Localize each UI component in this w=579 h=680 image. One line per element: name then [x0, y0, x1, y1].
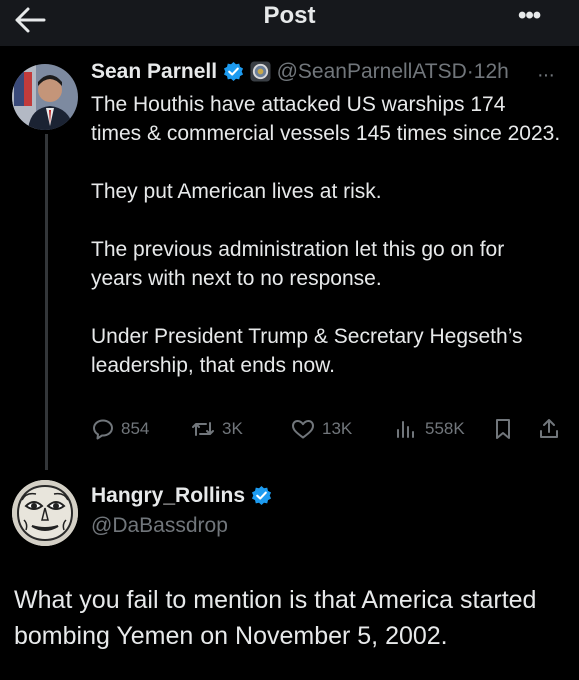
reply-text: What you fail to mention is that America…: [14, 586, 537, 650]
verified-badge-icon: [223, 61, 244, 88]
tweet-text: The Houthis have attacked US warships 17…: [91, 90, 561, 380]
views-button[interactable]: 558K: [393, 414, 465, 444]
repost-count: 3K: [222, 419, 243, 438]
avatar[interactable]: [12, 480, 78, 546]
share-button[interactable]: [537, 414, 561, 444]
repost-icon: [190, 417, 216, 441]
thread-line: [45, 134, 48, 470]
verified-badge-icon: [251, 485, 272, 512]
bookmark-icon: [491, 417, 515, 441]
view-count: 558K: [425, 419, 465, 438]
author-handle[interactable]: @SeanParnellATSD: [277, 60, 467, 83]
like-count: 13K: [322, 419, 353, 438]
tweet-paragraph: The previous administration let this go …: [91, 238, 505, 290]
timestamp[interactable]: 12h: [474, 60, 509, 83]
bookmark-button[interactable]: [491, 414, 515, 444]
author-name[interactable]: Sean Parnell: [91, 60, 217, 83]
repost-button[interactable]: 3K: [190, 414, 243, 444]
page-title: Post: [263, 2, 316, 29]
more-options-icon[interactable]: ···: [537, 64, 555, 87]
tweet-paragraph: Under President Trump & Secretary Hegset…: [91, 325, 523, 377]
more-horizontal-icon[interactable]: •••: [518, 2, 558, 29]
reply-author: Hangry_Rollins: [91, 484, 272, 512]
reply-count: 854: [121, 419, 150, 438]
avatar[interactable]: [12, 64, 78, 130]
reply-author-name[interactable]: Hangry_Rollins: [91, 484, 245, 507]
reply-button[interactable]: 854: [91, 414, 149, 444]
like-button[interactable]: 13K: [290, 414, 352, 444]
bar-chart-icon: [393, 417, 419, 441]
reply-icon: [91, 417, 115, 441]
heart-icon: [290, 417, 316, 441]
tweet-paragraph: The Houthis have attacked US warships 17…: [91, 93, 561, 145]
government-seal-icon: [250, 61, 271, 88]
tweet-header: Sean Parnell @SeanParnellATSD·12h: [91, 60, 509, 90]
top-bar: Post •••: [0, 0, 579, 46]
tweet-paragraph: They put American lives at risk.: [91, 180, 382, 203]
share-icon: [537, 417, 561, 441]
separator-dot: ·: [466, 60, 474, 83]
action-bar: 854 3K 13K 558K: [91, 414, 571, 444]
reply-handle[interactable]: @DaBassdrop: [91, 514, 228, 538]
